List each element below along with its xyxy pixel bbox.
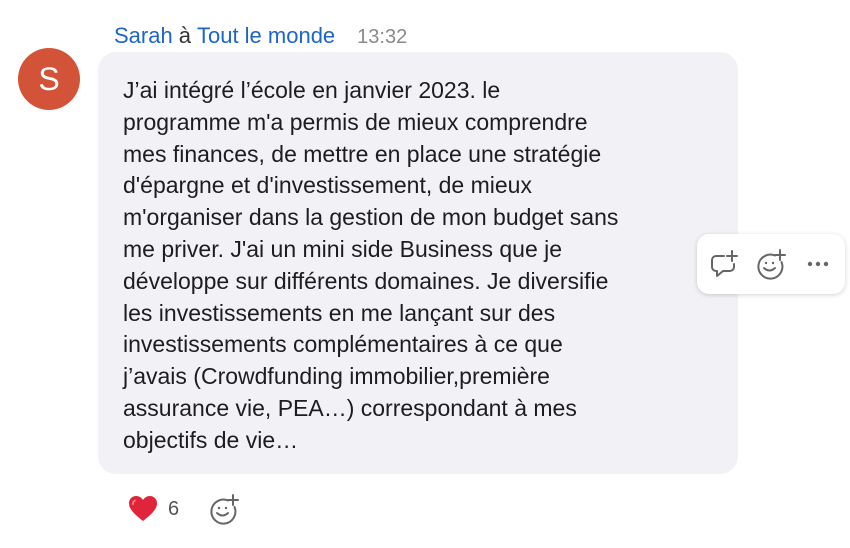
message-header: Sarah à Tout le monde 13:32	[114, 22, 407, 51]
sender-name[interactable]: Sarah	[114, 22, 173, 50]
reply-thread-button[interactable]	[704, 244, 744, 284]
message-line: J’ai intégré l’école en janvier 2023. le	[123, 77, 501, 103]
chat-message: S Sarah à Tout le monde 13:32 J’ai intég…	[0, 0, 850, 548]
more-options-icon	[807, 261, 828, 267]
message-line: programme m'a permis de mieux comprendre	[123, 108, 588, 135]
to-preposition: à	[178, 23, 191, 48]
message-actions-toolbar	[697, 234, 845, 294]
message-line: investissements complémentaires à ce que	[123, 331, 563, 358]
message-line: assurance vie, PEA…) correspondant à mes	[123, 394, 577, 421]
add-reaction-icon	[757, 249, 786, 280]
message-line: j’avais (Crowdfunding immobilier,premièr…	[123, 363, 550, 390]
message-line: développe sur différents domaines. Je di…	[123, 267, 609, 294]
message-line: les investissements en me lançant sur de…	[123, 299, 556, 326]
more-options-button[interactable]	[798, 244, 838, 284]
avatar-initial: S	[38, 60, 60, 97]
timestamp: 13:32	[357, 26, 408, 48]
add-reaction-button[interactable]	[207, 492, 241, 526]
reaction-count: 6	[168, 497, 180, 520]
message-bubble[interactable]: J’ai intégré l’école en janvier 2023. le…	[98, 52, 738, 474]
heart-icon	[129, 496, 157, 521]
reply-thread-icon	[711, 250, 739, 277]
message-line: objectifs de vie…	[123, 426, 299, 453]
reaction-heart[interactable]: 6	[128, 495, 179, 523]
message-line: mes finances, de mettre en place une str…	[123, 140, 602, 167]
message-line: d'épargne et d'investissement, de mieux	[123, 172, 532, 199]
message-line: m'organiser dans la gestion de mon budge…	[123, 204, 619, 231]
message-text: J’ai intégré l’école en janvier 2023. le…	[123, 75, 738, 457]
recipient-name[interactable]: Tout le monde	[197, 22, 335, 50]
message-line: me priver. J'ai un mini side Business qu…	[123, 235, 563, 262]
avatar[interactable]: S	[18, 48, 80, 110]
add-reaction-button[interactable]	[751, 244, 791, 284]
add-reaction-icon	[210, 494, 240, 525]
reactions-bar: 6	[128, 492, 241, 526]
